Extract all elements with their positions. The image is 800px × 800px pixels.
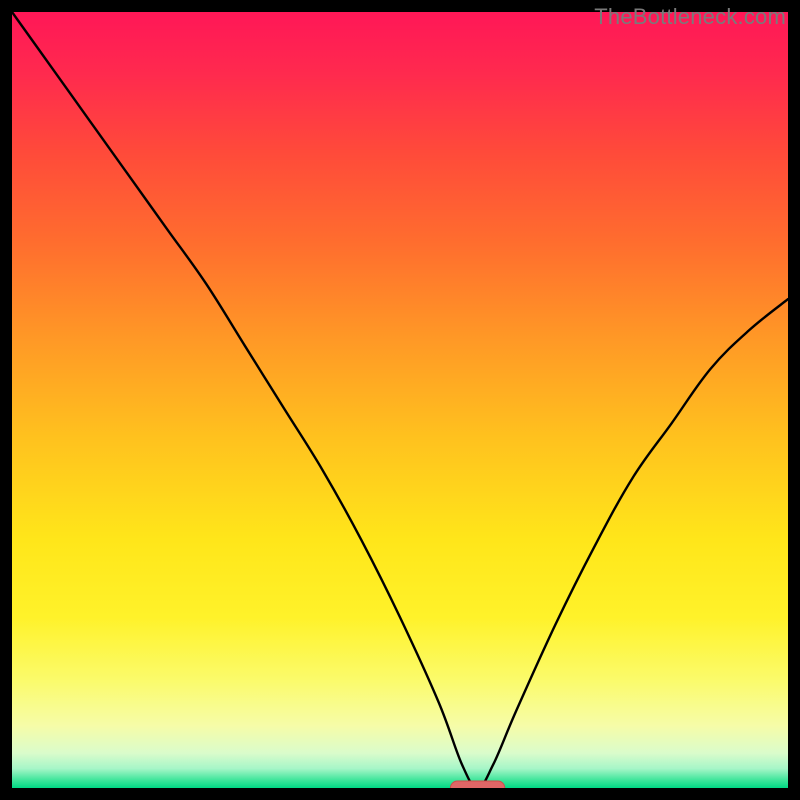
plot-area [12,12,788,788]
watermark-text: TheBottleneck.com [594,4,786,30]
bottleneck-chart [12,12,788,788]
optimal-point-marker [450,781,504,788]
chart-frame: TheBottleneck.com [0,0,800,800]
gradient-background [12,12,788,788]
